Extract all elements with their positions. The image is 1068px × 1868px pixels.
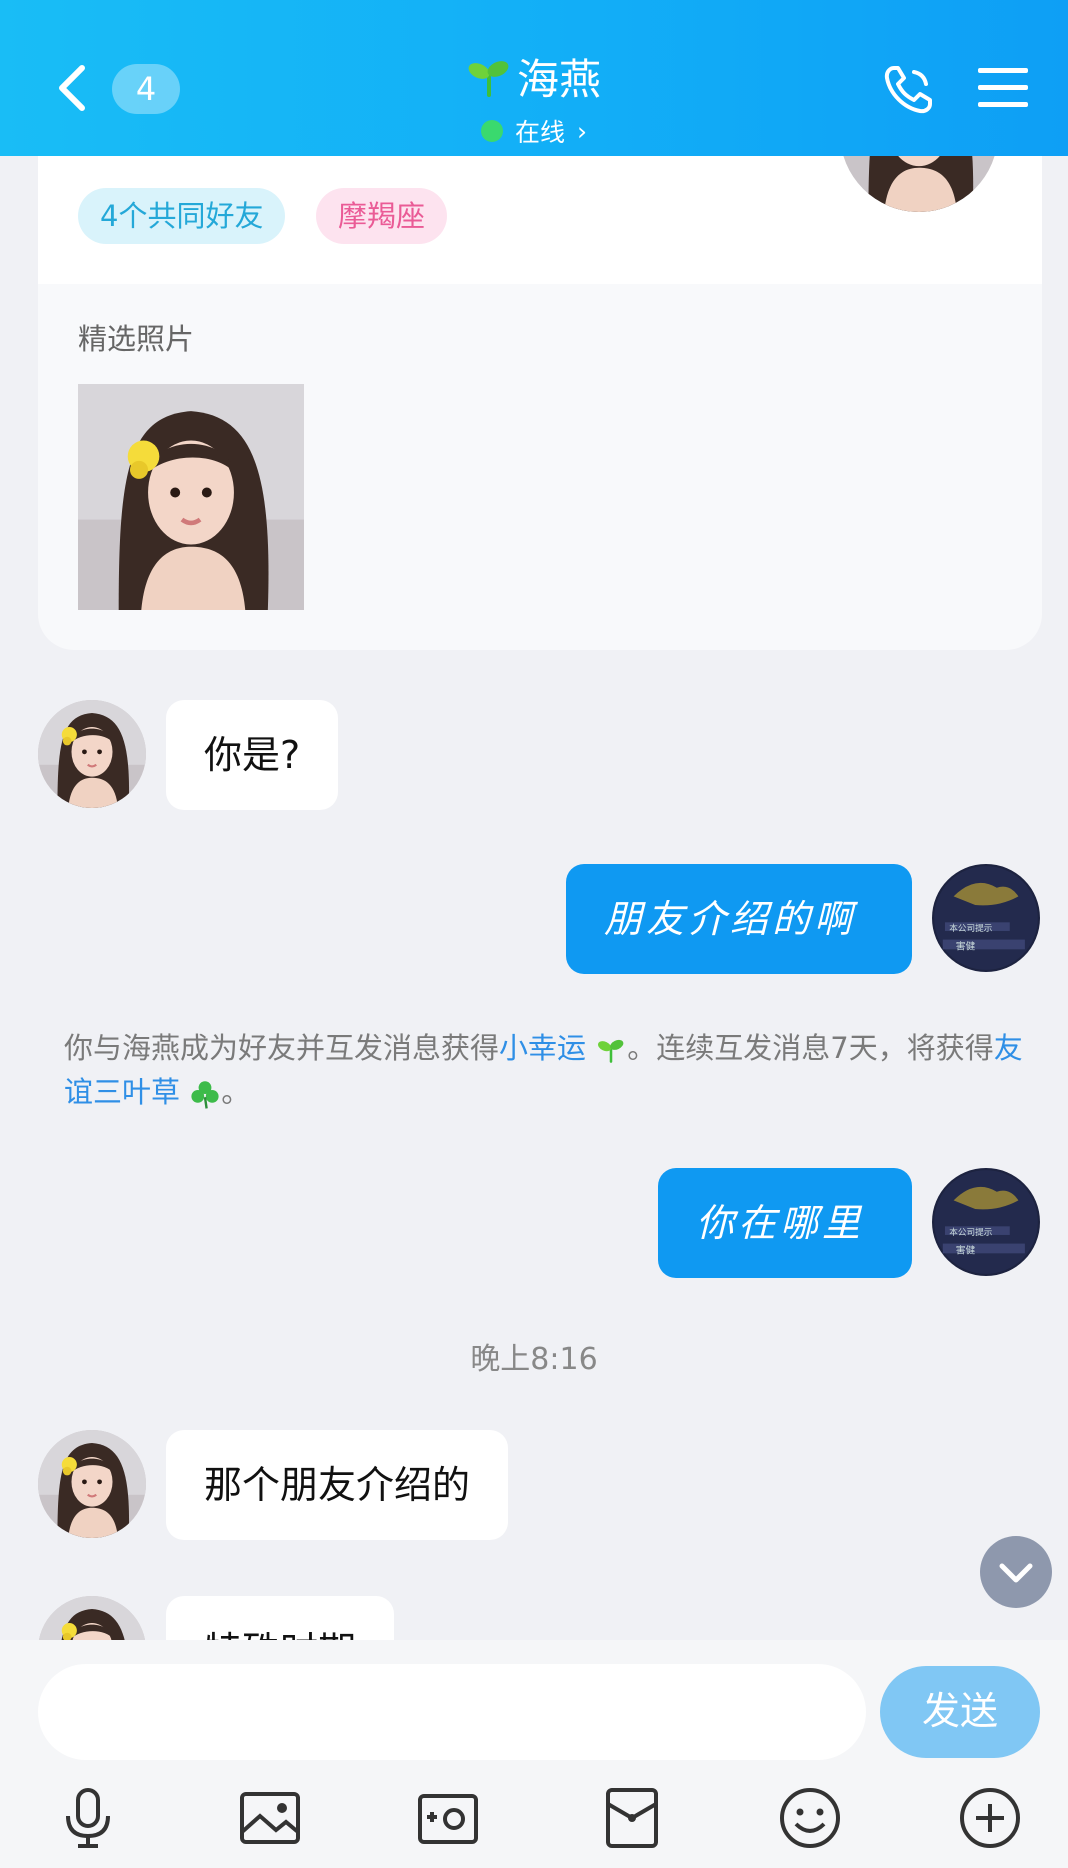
lucky-link[interactable]: 小幸运 (499, 1031, 586, 1065)
menu-icon[interactable] (978, 66, 1028, 110)
input-bar: 发送 (0, 1640, 1068, 1868)
contact-avatar[interactable] (38, 700, 146, 808)
chat-header: 4 海燕 在线 › (0, 0, 1068, 156)
phone-icon[interactable] (880, 62, 936, 118)
self-avatar[interactable] (932, 1168, 1040, 1276)
message-input[interactable] (38, 1664, 866, 1760)
self-avatar[interactable] (932, 864, 1040, 972)
microphone-icon[interactable] (54, 1784, 122, 1852)
clover-icon (191, 1081, 219, 1109)
contact-avatar[interactable] (38, 1430, 146, 1538)
image-icon[interactable] (236, 1784, 304, 1852)
message-bubble-incoming[interactable]: 那个朋友介绍的 (166, 1430, 509, 1540)
scroll-to-bottom-button[interactable] (980, 1536, 1052, 1608)
featured-photos-label: 精选照片 (78, 322, 195, 356)
zodiac-tag[interactable]: 摩羯座 (316, 188, 448, 244)
chevron-right-icon: › (577, 116, 587, 146)
system-notice: 你与海燕成为好友并互发消息获得小幸运 。连续互发消息7天，将获得友谊三叶草 。 (64, 1031, 1023, 1109)
online-status-icon (480, 120, 503, 142)
message-bubble-outgoing[interactable]: 朋友介绍的啊 (566, 864, 912, 974)
profile-card[interactable]: 4个共同好友 摩羯座 精选照片 (38, 120, 1042, 650)
online-status-text: 在线 (514, 118, 565, 147)
camera-icon[interactable] (414, 1784, 482, 1852)
sprout-icon (598, 1039, 624, 1063)
sprout-icon (468, 60, 509, 97)
time-divider: 晚上8:16 (470, 1342, 598, 1377)
message-bubble-incoming[interactable]: 你是? (166, 700, 339, 810)
contact-name: 海燕 (516, 55, 601, 104)
plus-icon[interactable] (956, 1784, 1024, 1852)
red-packet-icon[interactable] (598, 1784, 666, 1852)
send-button[interactable]: 发送 (880, 1666, 1040, 1758)
featured-photo[interactable] (78, 384, 304, 610)
emoji-icon[interactable] (776, 1784, 844, 1852)
chevron-down-icon (999, 1563, 1033, 1583)
mutual-friends-tag[interactable]: 4个共同好友 (78, 188, 286, 244)
message-bubble-outgoing[interactable]: 你在哪里 (658, 1168, 912, 1278)
